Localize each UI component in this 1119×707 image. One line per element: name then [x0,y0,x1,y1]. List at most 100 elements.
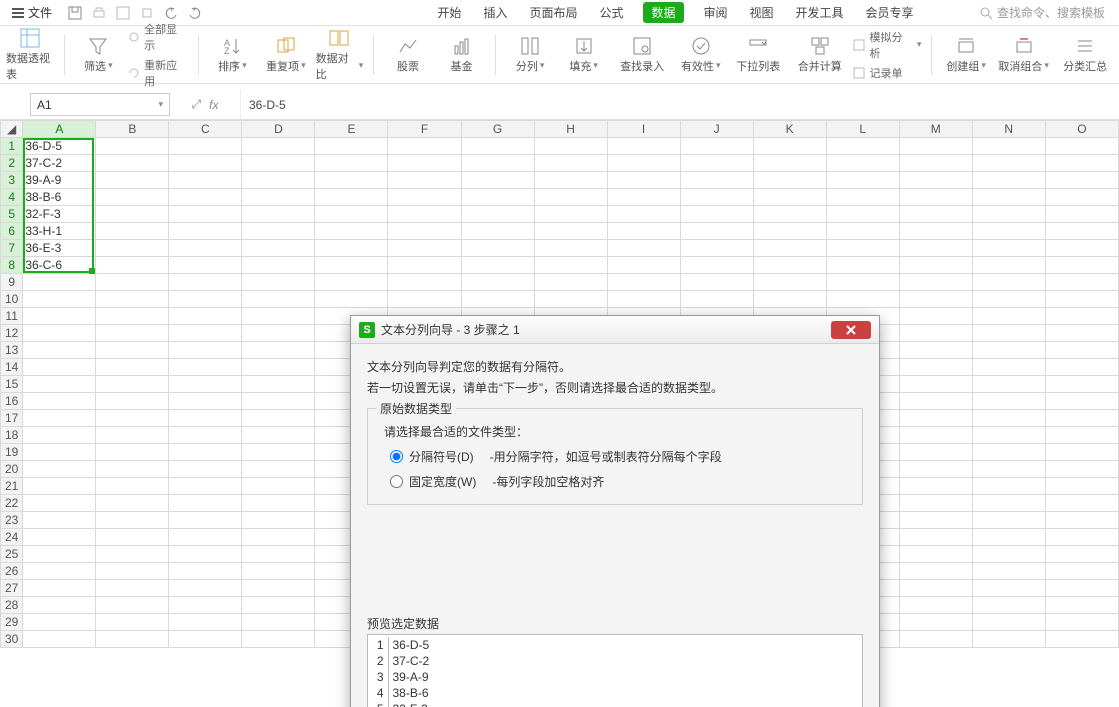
cell-C3[interactable] [169,172,242,189]
column-header-I[interactable]: I [607,121,680,138]
column-header-G[interactable]: G [461,121,534,138]
tab-view[interactable]: 视图 [748,2,776,23]
row-header-9[interactable]: 9 [1,274,23,291]
show-all-button[interactable]: 全部显示 [128,21,187,53]
redo-icon[interactable] [188,6,202,20]
cell-M7[interactable] [899,240,972,257]
cell-K4[interactable] [753,189,826,206]
tab-member[interactable]: 会员专享 [864,2,916,23]
cell-N26[interactable] [972,563,1045,580]
column-header-H[interactable]: H [534,121,607,138]
cell-J6[interactable] [680,223,753,240]
radio-fixed-width[interactable] [390,475,403,488]
cell-H5[interactable] [534,206,607,223]
cell-M17[interactable] [899,410,972,427]
row-header-27[interactable]: 27 [1,580,23,597]
cell-A14[interactable] [23,359,96,376]
cell-O28[interactable] [1045,597,1118,614]
cell-B5[interactable] [96,206,169,223]
column-header-E[interactable]: E [315,121,388,138]
cell-M20[interactable] [899,461,972,478]
cell-O4[interactable] [1045,189,1118,206]
cell-N1[interactable] [972,138,1045,155]
cell-A13[interactable] [23,342,96,359]
cell-O7[interactable] [1045,240,1118,257]
cell-D5[interactable] [242,206,315,223]
cell-E2[interactable] [315,155,388,172]
cell-A27[interactable] [23,580,96,597]
cell-N10[interactable] [972,291,1045,308]
cell-M18[interactable] [899,427,972,444]
cell-O5[interactable] [1045,206,1118,223]
cell-O14[interactable] [1045,359,1118,376]
cell-D26[interactable] [242,563,315,580]
cell-A20[interactable] [23,461,96,478]
cell-B3[interactable] [96,172,169,189]
cell-M9[interactable] [899,274,972,291]
cell-D29[interactable] [242,614,315,631]
cell-O30[interactable] [1045,631,1118,648]
row-header-22[interactable]: 22 [1,495,23,512]
cell-O13[interactable] [1045,342,1118,359]
cell-L9[interactable] [826,274,899,291]
cell-D16[interactable] [242,393,315,410]
cell-C20[interactable] [169,461,242,478]
cell-F4[interactable] [388,189,461,206]
cell-D2[interactable] [242,155,315,172]
cell-M30[interactable] [899,631,972,648]
cell-C12[interactable] [169,325,242,342]
cell-L5[interactable] [826,206,899,223]
cell-M1[interactable] [899,138,972,155]
cell-D24[interactable] [242,529,315,546]
cell-O25[interactable] [1045,546,1118,563]
cell-O24[interactable] [1045,529,1118,546]
cell-J4[interactable] [680,189,753,206]
cell-A8[interactable]: 36-C-6 [23,257,96,274]
cell-B11[interactable] [96,308,169,325]
cell-J10[interactable] [680,291,753,308]
cell-C17[interactable] [169,410,242,427]
cell-C2[interactable] [169,155,242,172]
stocks-button[interactable]: 股票 [384,29,432,81]
cell-N17[interactable] [972,410,1045,427]
cell-M28[interactable] [899,597,972,614]
row-header-26[interactable]: 26 [1,563,23,580]
cell-E5[interactable] [315,206,388,223]
column-header-C[interactable]: C [169,121,242,138]
cell-D25[interactable] [242,546,315,563]
cell-C4[interactable] [169,189,242,206]
cell-E7[interactable] [315,240,388,257]
cell-J3[interactable] [680,172,753,189]
row-header-7[interactable]: 7 [1,240,23,257]
spreadsheet-grid[interactable]: ◢ABCDEFGHIJKLMNO136-D-5237-C-2339-A-9438… [0,120,1119,707]
cell-M6[interactable] [899,223,972,240]
cell-D12[interactable] [242,325,315,342]
copy-icon[interactable] [140,6,154,20]
cell-C23[interactable] [169,512,242,529]
whatif-button[interactable]: 模拟分析▾ [853,29,921,61]
cell-D6[interactable] [242,223,315,240]
cell-A4[interactable]: 38-B-6 [23,189,96,206]
column-header-J[interactable]: J [680,121,753,138]
cell-A11[interactable] [23,308,96,325]
cell-C26[interactable] [169,563,242,580]
compare-button[interactable]: 数据对比▾ [316,29,364,81]
row-header-8[interactable]: 8 [1,257,23,274]
cell-C9[interactable] [169,274,242,291]
column-header-A[interactable]: A [23,121,96,138]
cell-F5[interactable] [388,206,461,223]
expand-icon[interactable]: ⤢ [192,97,202,112]
cell-M25[interactable] [899,546,972,563]
fx-icon[interactable]: fx [209,98,218,112]
cell-D11[interactable] [242,308,315,325]
cell-B7[interactable] [96,240,169,257]
cell-A26[interactable] [23,563,96,580]
cell-D10[interactable] [242,291,315,308]
cell-N6[interactable] [972,223,1045,240]
cell-L7[interactable] [826,240,899,257]
cell-E6[interactable] [315,223,388,240]
row-header-29[interactable]: 29 [1,614,23,631]
cell-B23[interactable] [96,512,169,529]
row-header-10[interactable]: 10 [1,291,23,308]
cell-L3[interactable] [826,172,899,189]
